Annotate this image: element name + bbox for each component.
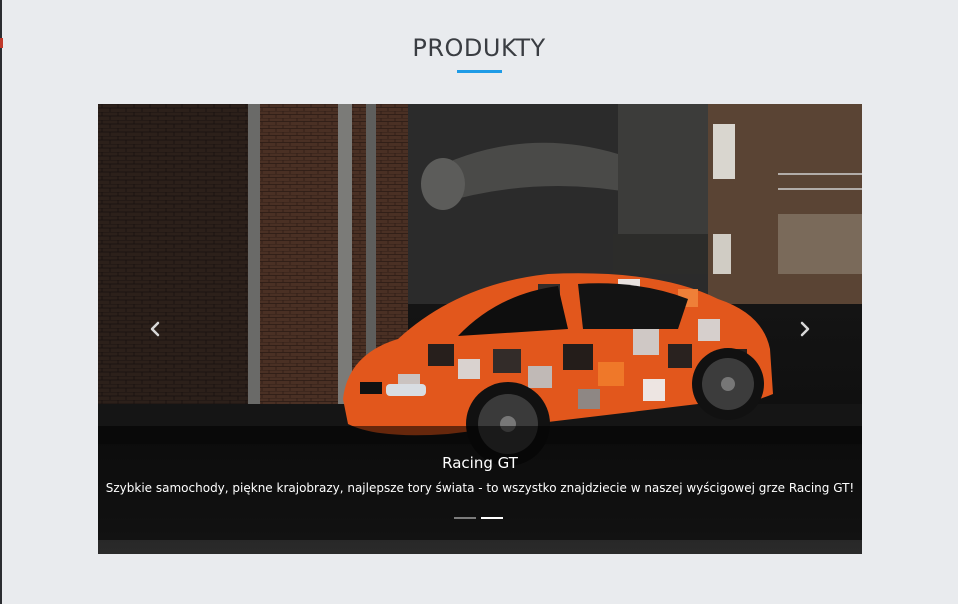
left-edge-divider: [0, 0, 2, 604]
carousel-indicator-2[interactable]: [481, 517, 503, 519]
title-underline: [457, 70, 502, 73]
slide-description: Szybkie samochody, piękne krajobrazy, na…: [105, 481, 855, 495]
carousel-indicators: [454, 517, 503, 521]
carousel-next-button[interactable]: [790, 314, 820, 344]
page: PRODUKTY Racing GT Szybkie samochody, pi…: [0, 0, 958, 604]
product-carousel: Racing GT Szybkie samochody, piękne kraj…: [98, 104, 862, 554]
section-title: PRODUKTY: [412, 34, 546, 62]
carousel-prev-button[interactable]: [140, 314, 170, 344]
chevron-right-icon: [800, 321, 810, 337]
carousel-indicator-1[interactable]: [454, 517, 476, 519]
chevron-left-icon: [150, 321, 160, 337]
slide-title: Racing GT: [442, 454, 518, 472]
